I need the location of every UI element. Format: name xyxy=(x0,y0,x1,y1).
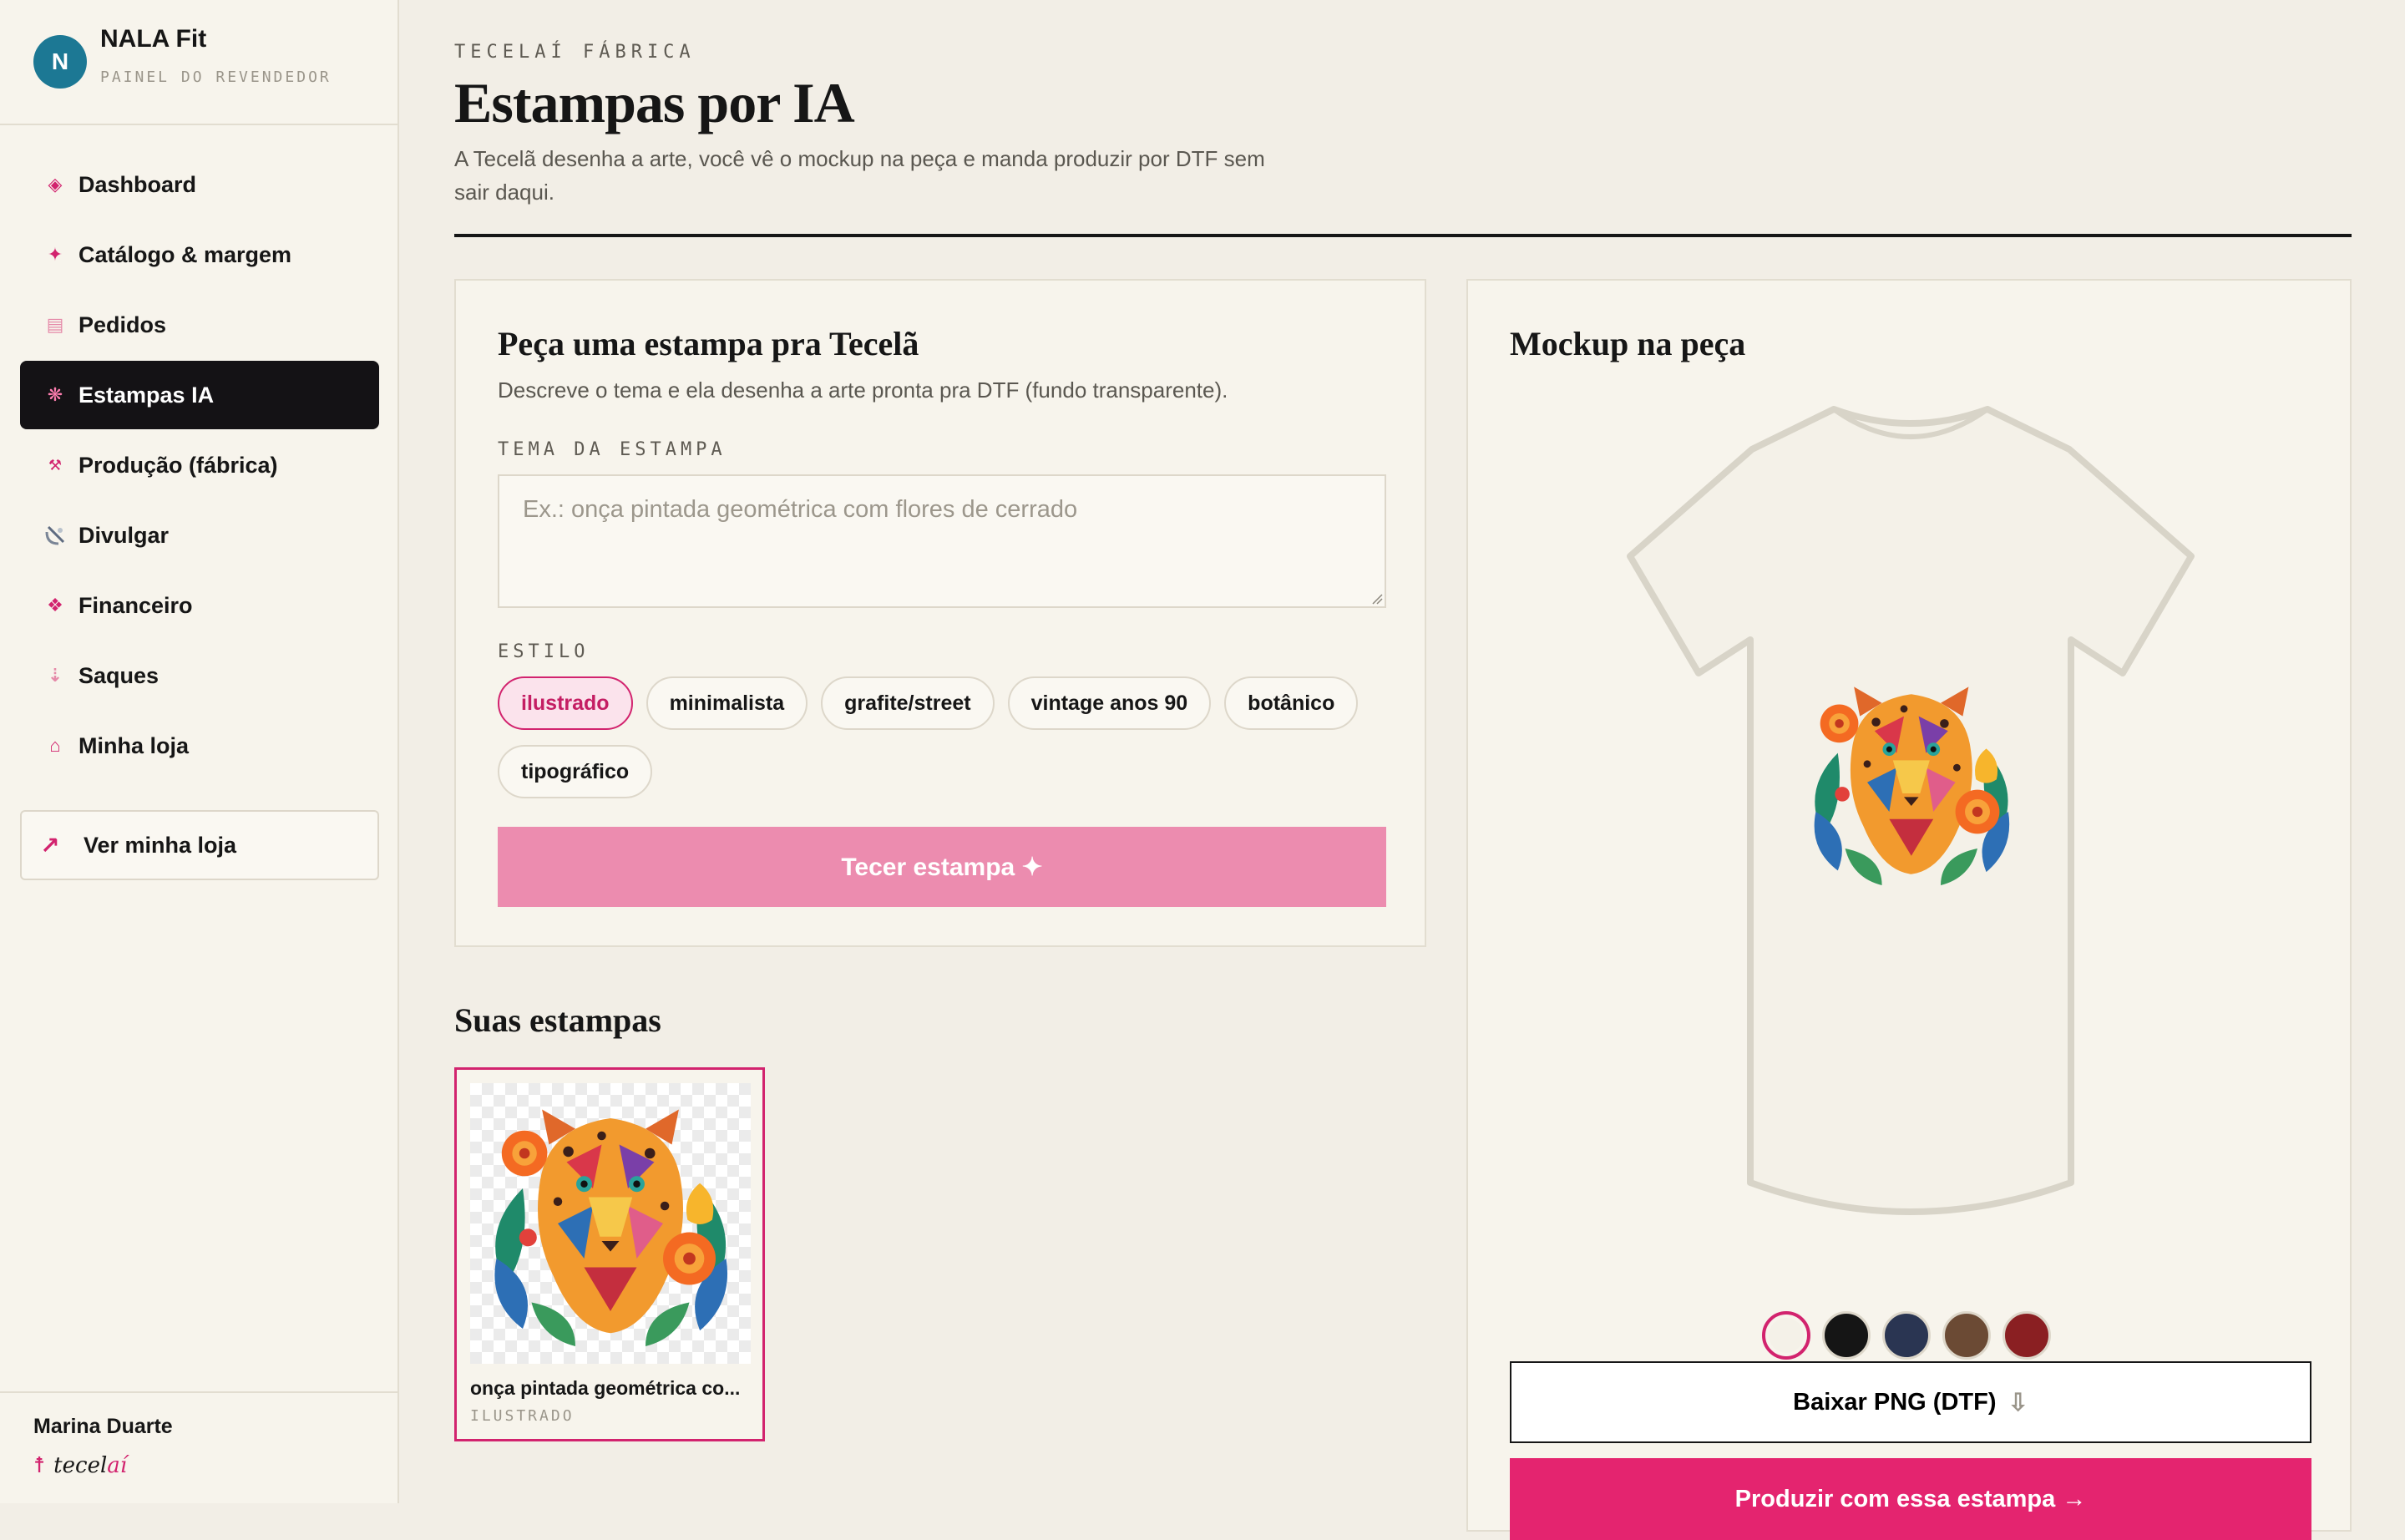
style-chip-minimalista[interactable]: minimalista xyxy=(646,676,808,730)
print-name: onça pintada geométrica co... xyxy=(470,1377,741,1399)
style-chip-ilustrado[interactable]: ilustrado xyxy=(498,676,633,730)
view-store-button[interactable]: ↗ Ver minha loja xyxy=(20,810,379,880)
sidebar-item-label: Dashboard xyxy=(78,171,197,197)
download-label: Baixar PNG (DTF) xyxy=(1793,1388,1997,1416)
generator-title: Peça uma estampa pra Tecelã xyxy=(498,325,919,362)
sidebar-item-catalogo[interactable]: ✦ Catálogo & margem xyxy=(20,220,379,289)
mockup-card: Mockup na peça Baixar PNG (DTF) ⇩ Produz… xyxy=(1466,279,2352,1540)
jaguar-print-icon xyxy=(494,1109,728,1346)
color-swatches xyxy=(1762,1311,2051,1360)
produce-button[interactable]: Produzir com essa estampa → xyxy=(1510,1458,2311,1540)
tshirt-mockup xyxy=(1627,406,2195,1215)
logo-suffix: aí xyxy=(107,1453,128,1478)
tecelai-logo: ☨ tecelaí xyxy=(33,1453,127,1478)
style-chip-botanico[interactable]: botânico xyxy=(1224,676,1359,730)
page-title: Estampas por IA xyxy=(454,71,855,134)
print-thumbnail xyxy=(470,1083,751,1364)
sidebar-item-label: Minha loja xyxy=(78,732,190,758)
list-icon: ▤ xyxy=(46,314,64,335)
sidebar-item-minha-loja[interactable]: ⌂ Minha loja xyxy=(20,712,379,780)
sidebar-item-label: Saques xyxy=(78,662,159,688)
sidebar-item-pedidos[interactable]: ▤ Pedidos xyxy=(20,291,379,359)
page-description: A Tecelã desenha a arte, você vê o mocku… xyxy=(454,146,1265,205)
swatch-preto[interactable] xyxy=(1822,1311,1871,1360)
sidebar-item-saques[interactable]: ⇣ Saques xyxy=(20,641,379,710)
swatch-marrom[interactable] xyxy=(1942,1311,1991,1360)
sidebar-item-dashboard[interactable]: ◈ Dashboard xyxy=(20,150,379,219)
sidebar-nav: ◈ Dashboard ✦ Catálogo & margem ▤ Pedido… xyxy=(20,150,379,782)
sidebar-item-label: Estampas IA xyxy=(78,382,215,408)
asterisk-icon: ❋ xyxy=(47,384,63,405)
tecelai-mark-icon: ☨ xyxy=(33,1453,46,1478)
satellite-icon xyxy=(38,524,72,547)
sparkle-icon: ✦ xyxy=(47,244,63,265)
tools-icon: ⚒ xyxy=(48,456,63,474)
header-divider xyxy=(454,234,2352,237)
logo-prefix: tecel xyxy=(53,1453,108,1478)
view-store-label: Ver minha loja xyxy=(84,832,237,858)
page-eyebrow: TECELAÍ FÁBRICA xyxy=(454,42,696,63)
diamond-cluster-icon: ❖ xyxy=(47,595,63,615)
sidebar-item-estampas-ia[interactable]: ❋ Estampas IA xyxy=(20,361,379,429)
sidebar-item-divulgar[interactable]: Divulgar xyxy=(20,501,379,570)
store-name: NALA Fit xyxy=(100,25,207,53)
gallery-title: Suas estampas xyxy=(454,1001,661,1039)
store-header: N NALA Fit PAINEL DO REVENDEDOR xyxy=(0,0,397,125)
resize-grip-icon[interactable] xyxy=(1371,593,1383,605)
store-subtitle: PAINEL DO REVENDEDOR xyxy=(100,68,332,86)
generator-card: Peça uma estampa pra Tecelã Descreve o t… xyxy=(454,279,1426,947)
style-chip-vintage[interactable]: vintage anos 90 xyxy=(1007,676,1212,730)
sidebar-footer: Marina Duarte ☨ tecelaí xyxy=(0,1391,397,1505)
diamond-icon: ◈ xyxy=(48,174,63,195)
download-png-button[interactable]: Baixar PNG (DTF) ⇩ xyxy=(1510,1361,2311,1443)
print-card[interactable]: onça pintada geométrica co... ILUSTRADO xyxy=(454,1067,765,1441)
down-arrow-icon: ⇣ xyxy=(47,665,63,686)
sidebar-item-label: Produção (fábrica) xyxy=(78,452,278,478)
mockup-title: Mockup na peça xyxy=(1510,325,1746,362)
print-style: ILUSTRADO xyxy=(470,1407,575,1425)
sidebar-item-label: Catálogo & margem xyxy=(78,241,292,267)
swatch-vinho[interactable] xyxy=(2002,1311,2051,1360)
download-icon: ⇩ xyxy=(2008,1389,2028,1416)
style-chip-grafite[interactable]: grafite/street xyxy=(821,676,995,730)
house-icon: ⌂ xyxy=(49,735,61,756)
theme-label: TEMA DA ESTAMPA xyxy=(498,439,727,460)
sidebar-item-producao[interactable]: ⚒ Produção (fábrica) xyxy=(20,431,379,499)
sidebar-item-label: Pedidos xyxy=(78,312,167,337)
store-avatar[interactable]: N xyxy=(33,35,87,89)
style-label: ESTILO xyxy=(498,641,590,662)
theme-input[interactable] xyxy=(498,474,1386,608)
swatch-marinho[interactable] xyxy=(1882,1311,1931,1360)
external-arrow-icon: ↗ xyxy=(40,832,60,859)
weave-print-button[interactable]: Tecer estampa ✦ xyxy=(498,827,1386,907)
generator-subtitle: Descreve o tema e ela desenha a arte pro… xyxy=(498,377,1228,403)
sidebar-item-label: Financeiro xyxy=(78,592,193,618)
style-chips: ilustrado minimalista grafite/street vin… xyxy=(498,676,1400,798)
user-name: Marina Duarte xyxy=(33,1415,173,1438)
sidebar: N NALA Fit PAINEL DO REVENDEDOR ◈ Dashbo… xyxy=(0,0,399,1503)
sidebar-item-financeiro[interactable]: ❖ Financeiro xyxy=(20,571,379,640)
sidebar-item-label: Divulgar xyxy=(78,522,170,548)
swatch-off-white[interactable] xyxy=(1762,1311,1810,1360)
style-chip-tipografico[interactable]: tipográfico xyxy=(498,745,653,798)
